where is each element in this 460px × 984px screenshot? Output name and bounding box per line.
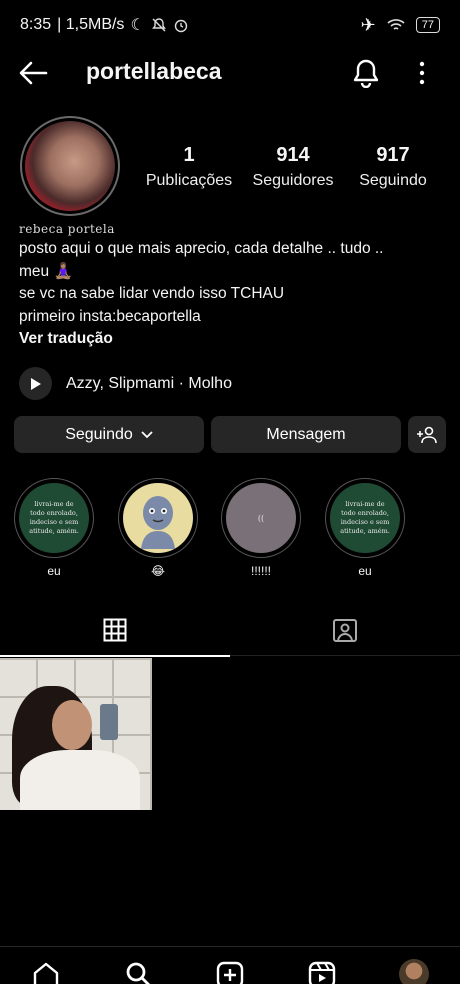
tagged-person-icon	[333, 619, 357, 642]
bio-line: se vc na sabe lidar vendo isso TCHAU	[19, 285, 285, 302]
mute-notifications-icon	[151, 18, 166, 32]
highlight-label: !!!!!!	[250, 564, 271, 578]
play-button[interactable]	[19, 367, 52, 400]
wifi-icon	[387, 19, 405, 30]
status-time: 8:35	[20, 16, 52, 33]
profile-tabs	[0, 604, 460, 657]
profile-bio: rebeca portela posto aqui o que mais apr…	[19, 220, 439, 351]
search-icon[interactable]	[124, 961, 152, 984]
following-button[interactable]: Seguindo	[14, 416, 204, 453]
post-photo-phone	[100, 704, 118, 740]
back-arrow-icon[interactable]	[18, 60, 48, 86]
following-count-value: 917	[376, 144, 410, 166]
post-thumbnail[interactable]	[0, 658, 152, 810]
bio-line: meu 🧘🏽‍♀️	[19, 262, 73, 280]
posts-count[interactable]: 1 Publicações	[140, 144, 238, 190]
profile-username: portellabeca	[86, 58, 222, 84]
profile-music[interactable]: Azzy, Slipmami · Molho	[19, 367, 232, 400]
story-highlight[interactable]: livrai-me de todo enrolado, indeciso e s…	[325, 478, 405, 578]
highlight-cover: livrai-me de todo enrolado, indeciso e s…	[19, 483, 89, 553]
bottom-navigation	[0, 946, 460, 984]
posts-count-label: Publicações	[145, 172, 233, 189]
following-count[interactable]: 917 Seguindo	[346, 144, 440, 190]
status-bar: 8:35 | 1,5MB/s ☾ ✈ 77	[0, 0, 460, 50]
followers-count-value: 914	[276, 144, 310, 166]
posts-count-value: 1	[183, 144, 195, 166]
message-button[interactable]: Mensagem	[211, 416, 401, 453]
highlight-cover	[123, 483, 193, 553]
story-highlight[interactable]: livrai-me de todo enrolado, indeciso e s…	[14, 478, 94, 578]
followers-count-label: Seguidores	[252, 172, 334, 189]
profile-display-name: rebeca portela	[19, 222, 115, 236]
battery-icon: 77	[415, 17, 440, 33]
highlight-label: 😂	[150, 564, 166, 578]
chevron-down-icon	[141, 430, 153, 438]
highlight-ring: livrai-me de todo enrolado, indeciso e s…	[14, 478, 94, 558]
highlight-ring: livrai-me de todo enrolado, indeciso e s…	[325, 478, 405, 558]
followers-count[interactable]: 914 Seguidores	[244, 144, 342, 190]
see-translation-link[interactable]: Ver tradução	[19, 328, 439, 351]
home-icon[interactable]	[32, 961, 60, 984]
message-button-label: Mensagem	[266, 425, 346, 443]
story-highlight[interactable]: (( !!!!!!	[221, 478, 301, 578]
notification-bell-icon[interactable]	[352, 58, 380, 88]
moon-icon: ☾	[130, 17, 145, 34]
reels-icon[interactable]	[308, 961, 336, 984]
following-button-label: Seguindo	[65, 425, 133, 443]
tab-posts-grid[interactable]	[0, 604, 230, 657]
avatar-figure-icon	[141, 496, 175, 549]
add-person-icon	[417, 426, 437, 443]
create-post-icon[interactable]	[216, 961, 244, 984]
highlight-cover: ((	[226, 483, 296, 553]
play-icon	[30, 377, 41, 390]
bio-line: primeiro insta:becaportella	[19, 307, 201, 325]
profile-photo	[25, 121, 115, 211]
post-photo-face	[52, 700, 92, 750]
more-options-icon[interactable]	[414, 60, 430, 86]
story-highlight[interactable]: 😂	[118, 478, 198, 578]
suggest-people-button[interactable]	[408, 416, 446, 453]
music-track-label: Azzy, Slipmami · Molho	[66, 374, 232, 392]
airplane-icon: ✈	[360, 14, 376, 35]
grid-icon	[103, 618, 127, 642]
highlight-label: eu	[47, 564, 61, 578]
following-count-label: Seguindo	[359, 172, 427, 189]
network-speed: | 1,5MB/s	[57, 16, 125, 33]
post-photo-shirt	[20, 750, 140, 810]
highlight-cover: livrai-me de todo enrolado, indeciso e s…	[330, 483, 400, 553]
profile-tab-avatar-icon[interactable]	[399, 959, 429, 984]
bio-line: posto aqui o que mais aprecio, cada deta…	[19, 240, 384, 257]
alarm-icon	[174, 19, 187, 33]
highlight-label: eu	[358, 564, 372, 578]
profile-header: portellabeca	[0, 50, 460, 96]
highlight-ring	[118, 478, 198, 558]
tab-tagged[interactable]	[230, 604, 460, 656]
highlight-ring: ((	[221, 478, 301, 558]
profile-avatar[interactable]	[20, 116, 120, 216]
